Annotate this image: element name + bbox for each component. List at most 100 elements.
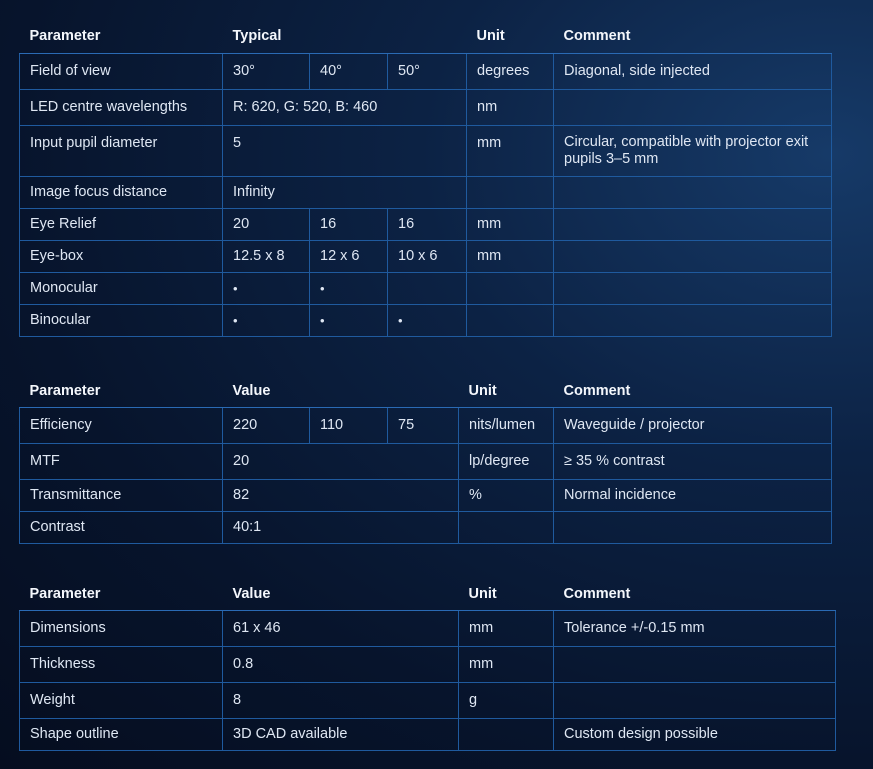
- unit-cell: [466, 303, 555, 337]
- comment-cell: Waveguide / projector: [553, 406, 832, 444]
- table-row: Shape outline 3D CAD available Custom de…: [19, 717, 836, 751]
- param-label: Transmittance: [19, 478, 223, 512]
- typical-specs-table: Parameter Typical Unit Comment Field of …: [19, 20, 833, 337]
- comment-cell: ≥ 35 % contrast: [553, 442, 832, 480]
- value-cell: 82: [222, 478, 459, 512]
- bullet-cell: •: [222, 303, 310, 337]
- value-cell: 3D CAD available: [222, 717, 459, 751]
- value-cell: 75: [387, 406, 459, 444]
- bullet-cell: •: [386, 303, 468, 337]
- comment-cell: [553, 175, 833, 209]
- value-cell: 20: [222, 207, 310, 241]
- bullet-cell: •: [222, 271, 310, 305]
- header-value: Value: [222, 375, 459, 408]
- table-row: Thickness 0.8 mm: [19, 645, 836, 683]
- value-cell: 50°: [386, 52, 468, 90]
- bullet-cell: •: [309, 271, 388, 305]
- unit-cell: mm: [466, 239, 555, 273]
- header-unit: Unit: [458, 578, 554, 611]
- comment-cell: [553, 645, 836, 683]
- value-cell: 61 x 46: [222, 609, 459, 647]
- param-label: Shape outline: [19, 717, 223, 751]
- header-comment: Comment: [553, 20, 832, 54]
- value-cell: 110: [309, 406, 388, 444]
- value-cell: 30°: [222, 52, 310, 90]
- value-cell: R: 620, G: 520, B: 460: [221, 88, 468, 126]
- header-value: Value: [222, 578, 459, 611]
- unit-cell: mm: [458, 609, 554, 647]
- comment-cell: [553, 88, 833, 126]
- param-label: Thickness: [19, 645, 223, 683]
- unit-cell: [458, 717, 554, 751]
- param-label: MTF: [19, 442, 223, 480]
- param-label: Eye Relief: [19, 207, 223, 241]
- bullet-cell: •: [309, 303, 388, 337]
- table-row: Image focus distance Infinity: [19, 175, 833, 209]
- unit-cell: degrees: [466, 52, 555, 90]
- table-row: Efficiency 220 110 75 nits/lumen Wavegui…: [19, 406, 832, 444]
- unit-cell: [466, 175, 555, 209]
- table-row: Input pupil diameter 5 mm Circular, comp…: [19, 124, 833, 177]
- unit-cell: %: [458, 478, 554, 512]
- unit-cell: [458, 510, 554, 544]
- param-label: Efficiency: [19, 406, 223, 444]
- value-cell: 12 x 6: [309, 239, 388, 273]
- value-cell: 8: [222, 681, 459, 719]
- unit-cell: lp/degree: [458, 442, 554, 480]
- param-label: Input pupil diameter: [19, 124, 223, 177]
- comment-cell: Circular, compatible with projector exit…: [553, 124, 833, 177]
- table-row: Monocular • •: [19, 271, 833, 305]
- comment-cell: [553, 239, 833, 273]
- header-comment: Comment: [553, 375, 832, 408]
- table-row: MTF 20 lp/degree ≥ 35 % contrast: [19, 442, 832, 480]
- header-typical: Typical: [222, 20, 467, 54]
- header-parameter: Parameter: [19, 375, 223, 408]
- header-parameter: Parameter: [19, 578, 223, 611]
- param-label: LED centre wavelengths: [19, 88, 223, 126]
- table-row: Eye Relief 20 16 16 mm: [19, 207, 833, 241]
- physical-table: Parameter Value Unit Comment Dimensions …: [19, 578, 836, 751]
- unit-cell: mm: [466, 124, 555, 177]
- value-cell: 0.8: [222, 645, 459, 683]
- header-unit: Unit: [458, 375, 554, 408]
- header-parameter: Parameter: [19, 20, 223, 54]
- comment-cell: Normal incidence: [553, 478, 832, 512]
- comment-cell: [553, 510, 832, 544]
- comment-cell: Diagonal, side injected: [553, 52, 833, 90]
- bullet-cell: [386, 271, 468, 305]
- table-row: Transmittance 82 % Normal incidence: [19, 478, 832, 512]
- value-cell: 16: [309, 207, 388, 241]
- value-cell: 40:1: [222, 510, 459, 544]
- performance-table: Parameter Value Unit Comment Efficiency …: [19, 375, 832, 544]
- value-cell: 12.5 x 8: [222, 239, 310, 273]
- unit-cell: g: [458, 681, 554, 719]
- comment-cell: [553, 681, 836, 719]
- unit-cell: nits/lumen: [458, 406, 554, 444]
- comment-cell: [553, 303, 833, 337]
- param-label: Image focus distance: [19, 175, 223, 209]
- header-unit: Unit: [466, 20, 554, 54]
- value-cell: 220: [222, 406, 310, 444]
- param-label: Field of view: [19, 52, 223, 90]
- comment-cell: Tolerance +/-0.15 mm: [553, 609, 836, 647]
- unit-cell: [466, 271, 555, 305]
- value-cell: 5: [221, 124, 468, 177]
- value-cell: 16: [386, 207, 468, 241]
- unit-cell: mm: [458, 645, 554, 683]
- comment-cell: Custom design possible: [553, 717, 836, 751]
- table-row: LED centre wavelengths R: 620, G: 520, B…: [19, 88, 833, 126]
- table-row: Binocular • • •: [19, 303, 833, 337]
- table-row: Eye-box 12.5 x 8 12 x 6 10 x 6 mm: [19, 239, 833, 273]
- table-row: Field of view 30° 40° 50° degrees Diagon…: [19, 52, 833, 90]
- table-row: Weight 8 g: [19, 681, 836, 719]
- param-label: Contrast: [19, 510, 223, 544]
- table-row: Contrast 40:1: [19, 510, 832, 544]
- value-cell: 20: [222, 442, 459, 480]
- unit-cell: mm: [466, 207, 555, 241]
- param-label: Binocular: [19, 303, 223, 337]
- param-label: Monocular: [19, 271, 223, 305]
- param-label: Weight: [19, 681, 223, 719]
- comment-cell: [553, 207, 833, 241]
- value-cell: 10 x 6: [386, 239, 468, 273]
- value-cell: 40°: [309, 52, 388, 90]
